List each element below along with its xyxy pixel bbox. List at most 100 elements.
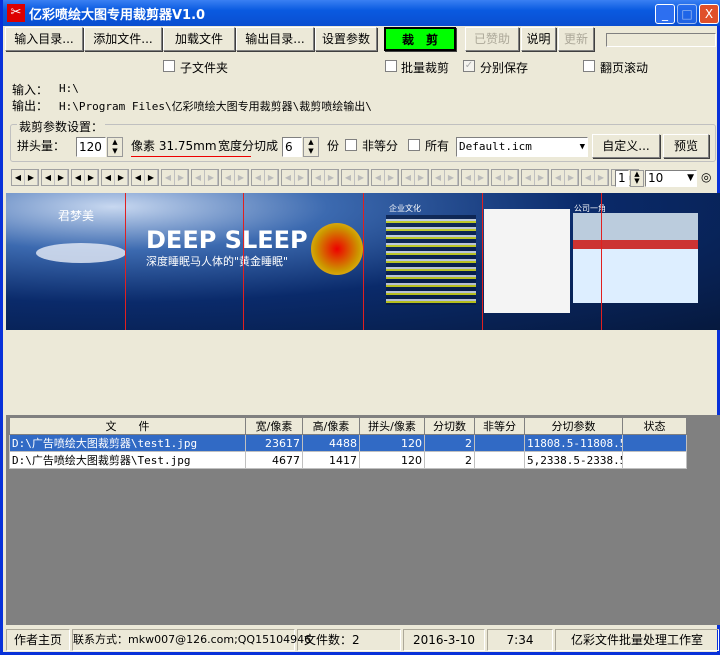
minimize-button[interactable]: _ bbox=[655, 4, 675, 24]
help-button[interactable]: 说明 bbox=[521, 27, 556, 51]
load-file-button[interactable]: 加载文件 bbox=[163, 27, 235, 51]
next-arrow-icon[interactable]: ▶ bbox=[85, 170, 98, 185]
split-input[interactable]: 6 bbox=[282, 137, 302, 157]
cut-line[interactable] bbox=[482, 193, 483, 330]
subfolder-checkbox[interactable] bbox=[163, 60, 175, 72]
page-spinner[interactable]: ▲ ▼ bbox=[630, 170, 644, 187]
split-spinner[interactable]: ▲ ▼ bbox=[303, 137, 319, 157]
segment-nav-pair[interactable]: ◀▶ bbox=[371, 169, 399, 186]
page-scroll-checkbox[interactable] bbox=[583, 60, 595, 72]
unequal-checkbox[interactable] bbox=[345, 139, 357, 151]
next-arrow-icon[interactable]: ▶ bbox=[415, 170, 428, 185]
segment-nav-pair[interactable]: ◀▶ bbox=[491, 169, 519, 186]
prev-arrow-icon[interactable]: ◀ bbox=[72, 170, 85, 185]
prev-arrow-icon[interactable]: ◀ bbox=[402, 170, 415, 185]
cut-line[interactable] bbox=[363, 193, 364, 330]
prev-arrow-icon[interactable]: ◀ bbox=[342, 170, 355, 185]
segment-nav-pair[interactable]: ◀▶ bbox=[101, 169, 129, 186]
next-arrow-icon[interactable]: ▶ bbox=[565, 170, 578, 185]
next-arrow-icon[interactable]: ▶ bbox=[115, 170, 128, 185]
table-row[interactable]: D:\广告喷绘大图裁剪器\Test.jpg 4677 1417 120 2 5,2338.… bbox=[9, 451, 687, 469]
prev-arrow-icon[interactable]: ◀ bbox=[312, 170, 325, 185]
all-checkbox[interactable] bbox=[408, 139, 420, 151]
segment-nav-pair[interactable]: ◀▶ bbox=[311, 169, 339, 186]
next-arrow-icon[interactable]: ▶ bbox=[25, 170, 38, 185]
segment-nav-pair[interactable]: ◀▶ bbox=[71, 169, 99, 186]
column-header[interactable]: 状态 bbox=[622, 417, 687, 435]
next-arrow-icon[interactable]: ▶ bbox=[265, 170, 278, 185]
count-select[interactable]: 10 ▼ bbox=[645, 170, 697, 187]
segment-nav-pair[interactable]: ◀▶ bbox=[551, 169, 579, 186]
segment-nav-pair[interactable]: ◀▶ bbox=[191, 169, 219, 186]
next-arrow-icon[interactable]: ▶ bbox=[235, 170, 248, 185]
prev-arrow-icon[interactable]: ◀ bbox=[282, 170, 295, 185]
crop-button[interactable]: 裁 剪 bbox=[384, 27, 456, 51]
maximize-button[interactable]: □ bbox=[677, 4, 697, 24]
segment-nav-pair[interactable]: ◀▶ bbox=[461, 169, 489, 186]
cut-line[interactable] bbox=[601, 193, 602, 330]
prev-arrow-icon[interactable]: ◀ bbox=[432, 170, 445, 185]
prev-arrow-icon[interactable]: ◀ bbox=[372, 170, 385, 185]
next-arrow-icon[interactable]: ▶ bbox=[145, 170, 158, 185]
next-arrow-icon[interactable]: ▶ bbox=[355, 170, 368, 185]
segment-nav-pair[interactable]: ◀▶ bbox=[161, 169, 189, 186]
segment-nav-pair[interactable]: ◀▶ bbox=[581, 169, 609, 186]
next-arrow-icon[interactable]: ▶ bbox=[505, 170, 518, 185]
prev-arrow-icon[interactable]: ◀ bbox=[462, 170, 475, 185]
segment-nav-pair[interactable]: ◀▶ bbox=[401, 169, 429, 186]
segment-nav-pair[interactable]: ◀▶ bbox=[281, 169, 309, 186]
column-header[interactable]: 宽/像素 bbox=[245, 417, 303, 435]
next-arrow-icon[interactable]: ▶ bbox=[445, 170, 458, 185]
prev-arrow-icon[interactable]: ◀ bbox=[162, 170, 175, 185]
custom-button[interactable]: 自定义... bbox=[592, 134, 660, 158]
segment-nav-pair[interactable]: ◀▶ bbox=[341, 169, 369, 186]
prev-arrow-icon[interactable]: ◀ bbox=[252, 170, 265, 185]
next-arrow-icon[interactable]: ▶ bbox=[295, 170, 308, 185]
prev-arrow-icon[interactable]: ◀ bbox=[132, 170, 145, 185]
column-header[interactable]: 分切参数 bbox=[524, 417, 623, 435]
table-row[interactable]: D:\广告喷绘大图裁剪器\test1.jpg 23617 4488 120 2 11808… bbox=[9, 434, 687, 452]
next-arrow-icon[interactable]: ▶ bbox=[535, 170, 548, 185]
prev-arrow-icon[interactable]: ◀ bbox=[552, 170, 565, 185]
next-arrow-icon[interactable]: ▶ bbox=[175, 170, 188, 185]
prev-arrow-icon[interactable]: ◀ bbox=[102, 170, 115, 185]
profile-select[interactable]: Default.icm ▼ bbox=[456, 137, 588, 157]
add-file-button[interactable]: 添加文件... bbox=[84, 27, 162, 51]
column-header[interactable]: 非等分 bbox=[474, 417, 525, 435]
prev-arrow-icon[interactable]: ◀ bbox=[222, 170, 235, 185]
prev-arrow-icon[interactable]: ◀ bbox=[582, 170, 595, 185]
column-header[interactable]: 文 件 bbox=[9, 417, 246, 435]
segment-nav-pair[interactable]: ◀▶ bbox=[41, 169, 69, 186]
next-arrow-icon[interactable]: ▶ bbox=[595, 170, 608, 185]
separate-save-checkbox[interactable]: ✓ bbox=[463, 60, 475, 72]
page-input[interactable]: 1 bbox=[615, 170, 629, 187]
donated-button[interactable]: 已赞助 bbox=[465, 27, 519, 51]
segment-nav-pair[interactable]: ◀▶ bbox=[521, 169, 549, 186]
segment-nav-pair[interactable]: ◀▶ bbox=[251, 169, 279, 186]
cut-line[interactable] bbox=[125, 193, 126, 330]
next-arrow-icon[interactable]: ▶ bbox=[475, 170, 488, 185]
column-header[interactable]: 拼头/像素 bbox=[359, 417, 425, 435]
target-icon[interactable]: ◎ bbox=[701, 170, 711, 184]
overlap-input[interactable]: 120 bbox=[76, 137, 106, 157]
segment-nav-pair[interactable]: ◀▶ bbox=[431, 169, 459, 186]
segment-nav-pair[interactable]: ◀▶ bbox=[11, 169, 39, 186]
next-arrow-icon[interactable]: ▶ bbox=[385, 170, 398, 185]
update-button[interactable]: 更新 bbox=[558, 27, 594, 51]
next-arrow-icon[interactable]: ▶ bbox=[205, 170, 218, 185]
prev-arrow-icon[interactable]: ◀ bbox=[192, 170, 205, 185]
input-dir-button[interactable]: 输入目录... bbox=[5, 27, 83, 51]
prev-arrow-icon[interactable]: ◀ bbox=[492, 170, 505, 185]
author-home-link[interactable]: 作者主页 bbox=[6, 629, 70, 651]
cut-line[interactable] bbox=[243, 193, 244, 330]
output-dir-button[interactable]: 输出目录... bbox=[236, 27, 314, 51]
prev-arrow-icon[interactable]: ◀ bbox=[42, 170, 55, 185]
settings-button[interactable]: 设置参数 bbox=[315, 27, 377, 51]
preview-button[interactable]: 预览 bbox=[663, 134, 709, 158]
next-arrow-icon[interactable]: ▶ bbox=[55, 170, 68, 185]
next-arrow-icon[interactable]: ▶ bbox=[325, 170, 338, 185]
close-button[interactable]: X bbox=[699, 4, 719, 24]
batch-checkbox[interactable] bbox=[385, 60, 397, 72]
segment-nav-pair[interactable]: ◀▶ bbox=[131, 169, 159, 186]
prev-arrow-icon[interactable]: ◀ bbox=[12, 170, 25, 185]
